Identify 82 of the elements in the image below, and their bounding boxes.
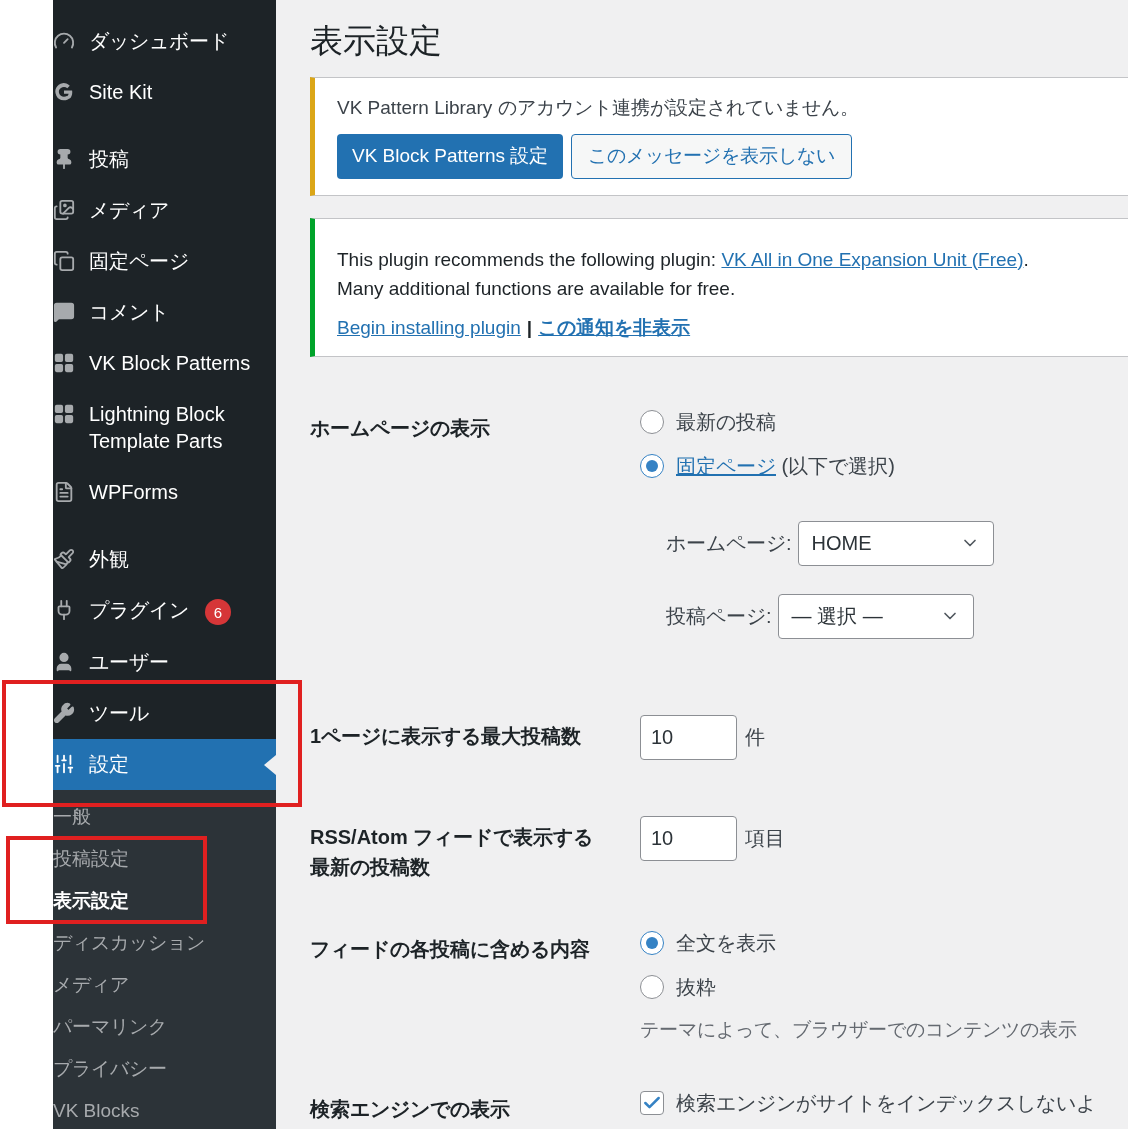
- submenu-item[interactable]: プライバシー: [53, 1048, 276, 1090]
- sidebar-item-label: Lightning Block Template Parts: [89, 402, 226, 454]
- sidebar-item[interactable]: Lightning Block Template Parts: [53, 389, 276, 467]
- grid-icon: [53, 403, 75, 425]
- select-label: 投稿ページ:: [666, 604, 772, 629]
- notice-message: This plugin recommends the following plugin: VK All in One Expansion Unit (Free).: [337, 247, 1030, 272]
- setting-label: 検索エンジンでの表示: [310, 1097, 511, 1122]
- checkbox-label: 検索エンジンがサイトをインデックスしないよ: [676, 1091, 1096, 1116]
- unit-label: 項目: [745, 826, 785, 851]
- setting-label: フィードの各投稿に含める内容: [310, 936, 591, 962]
- sidebar-item-label: メディア: [89, 198, 169, 223]
- sidebar-item-label: 設定: [89, 752, 129, 777]
- sidebar-item[interactable]: WPForms: [53, 467, 276, 534]
- sidebar-item[interactable]: 投稿: [53, 134, 276, 185]
- sidebar-item-label: ダッシュボード: [89, 29, 229, 54]
- sidebar-item[interactable]: ダッシュボード: [53, 16, 276, 67]
- number-field[interactable]: 10: [640, 815, 737, 861]
- checkbox[interactable]: [640, 1091, 664, 1115]
- sidebar-item[interactable]: VK Block Patterns: [53, 338, 276, 389]
- sidebar-item[interactable]: 設定: [53, 739, 276, 790]
- sidebar-item-label: プラグイン: [89, 598, 189, 623]
- setting-label: RSS/Atom フィードで表示する最新の投稿数: [310, 824, 595, 880]
- sidebar-item[interactable]: 外観: [53, 534, 276, 585]
- radio-button[interactable]: [640, 974, 664, 999]
- sidebar-item-label: ツール: [89, 701, 149, 726]
- select-label: ホームページ:: [666, 531, 792, 556]
- submenu-item[interactable]: 一般: [53, 796, 276, 838]
- submenu-item[interactable]: ディスカッション: [53, 922, 276, 964]
- grid-icon: [53, 352, 75, 374]
- radio-button[interactable]: [640, 453, 664, 478]
- number-field[interactable]: 10: [640, 714, 737, 760]
- sidebar-item[interactable]: コメント: [53, 287, 276, 338]
- sidebar-item-label: 外観: [89, 547, 129, 572]
- sidebar-item-label: VK Block Patterns: [89, 351, 251, 376]
- radio-button[interactable]: [640, 930, 664, 955]
- media-icon: [53, 199, 75, 221]
- setting-description: テーマによって、ブラウザーでのコンテンツの表示: [640, 1017, 1078, 1042]
- sidebar-item-label: ユーザー: [89, 650, 169, 675]
- sidebar-item[interactable]: プラグイン 6: [53, 585, 276, 637]
- sidebar-item[interactable]: 固定ページ: [53, 236, 276, 287]
- page-select[interactable]: — 選択 —: [777, 593, 974, 639]
- sidebar-item[interactable]: ツール: [53, 688, 276, 739]
- radio-label: 固定ページ (以下で選択): [676, 453, 895, 479]
- install-link[interactable]: Begin installing plugin: [337, 312, 521, 342]
- pages-icon: [53, 250, 75, 272]
- g-logo-icon: [53, 81, 75, 103]
- plugin-link[interactable]: VK All in One Expansion Unit (Free): [721, 248, 1024, 270]
- sidebar-item-label: WPForms: [89, 480, 178, 505]
- notice-message: Many additional functions are available for free.: [337, 276, 737, 301]
- radio-button[interactable]: [640, 409, 664, 434]
- setting-label: ホームページの表示: [310, 415, 491, 441]
- radio-label: 抜粋: [676, 974, 716, 1000]
- submenu-item[interactable]: VK Blocks: [53, 1090, 276, 1129]
- sidebar-item[interactable]: メディア: [53, 185, 276, 236]
- radio-label: 全文を表示: [676, 930, 776, 956]
- sidebar-item-label: 固定ページ: [89, 249, 189, 274]
- sidebar-item[interactable]: ユーザー: [53, 637, 276, 688]
- primary-button[interactable]: VK Block Patterns 設定: [337, 133, 564, 179]
- sidebar-item-label: Site Kit: [89, 80, 153, 105]
- submenu-item[interactable]: 表示設定: [53, 880, 276, 922]
- pages-link[interactable]: 固定ページ: [676, 454, 776, 477]
- unit-label: 件: [745, 725, 765, 750]
- paintbrush-icon: [53, 548, 75, 570]
- notice-message: VK Pattern Library のアカウント連携が設定されていません。: [337, 96, 860, 120]
- link-separator: |: [526, 315, 533, 340]
- secondary-button[interactable]: このメッセージを表示しない: [571, 133, 853, 179]
- radio-label: 最新の投稿: [676, 409, 776, 435]
- form-icon: [53, 481, 75, 503]
- sidebar-item-label: 投稿: [89, 147, 129, 172]
- count-badge: 6: [205, 599, 231, 625]
- submenu-item[interactable]: メディア: [53, 964, 276, 1006]
- setting-label: 1ページに表示する最大投稿数: [310, 723, 583, 749]
- page-select[interactable]: HOME: [797, 520, 994, 566]
- dismiss-link[interactable]: この通知を非表示: [538, 312, 691, 342]
- settings-icon: [53, 753, 75, 775]
- page-title: 表示設定: [310, 21, 443, 61]
- sidebar-item-label: コメント: [89, 300, 169, 325]
- comment-icon: [53, 301, 75, 323]
- submenu-item[interactable]: パーマリンク: [53, 1006, 276, 1048]
- wrench-icon: [53, 702, 75, 724]
- sidebar-item[interactable]: Site Kit: [53, 67, 276, 134]
- submenu-item[interactable]: 投稿設定: [53, 838, 276, 880]
